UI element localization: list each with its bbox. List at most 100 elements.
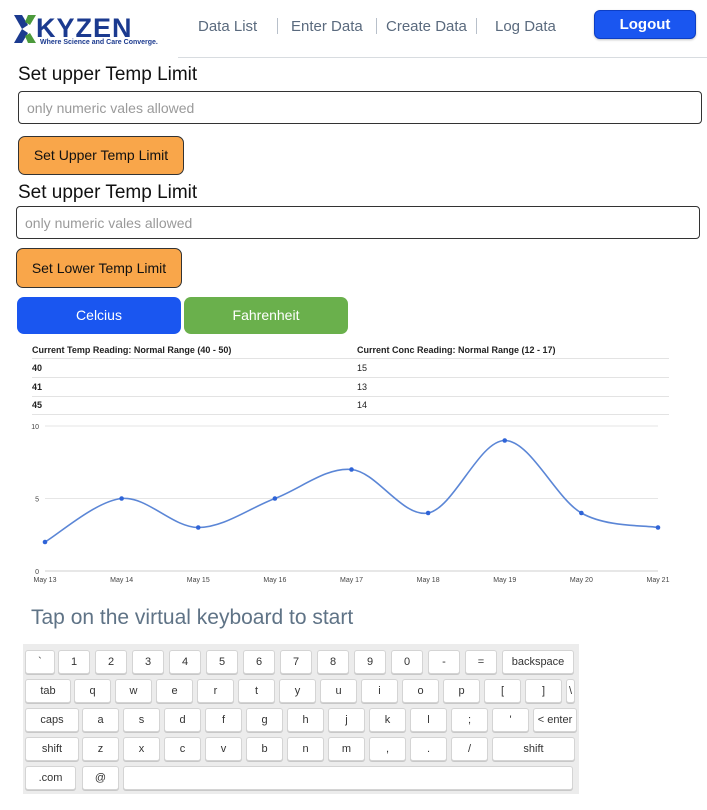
key-7[interactable]: 7 [280, 650, 312, 674]
data-point [425, 510, 431, 516]
celsius-button[interactable]: Celcius [17, 297, 181, 334]
logo-tagline: Where Science and Care Converge. [40, 39, 158, 46]
key-w[interactable]: w [115, 679, 152, 703]
nav-data-list[interactable]: Data List [198, 18, 257, 35]
set-upper-temp-limit-button[interactable]: Set Upper Temp Limit [18, 136, 184, 175]
key-0[interactable]: 0 [391, 650, 423, 674]
data-point [349, 467, 354, 472]
key-j[interactable]: j [328, 708, 365, 732]
key-n[interactable]: n [287, 737, 324, 761]
series-line [44, 439, 659, 543]
key-right-bracket[interactable]: ] [525, 679, 562, 703]
y-tick-label: 0 [35, 569, 39, 576]
table-divider [32, 396, 669, 397]
key-backtick[interactable]: ` [25, 650, 55, 674]
nav-separator [277, 18, 278, 34]
key-z[interactable]: z [82, 737, 119, 761]
x-tick-label: May 17 [340, 577, 363, 584]
key-p[interactable]: p [443, 679, 480, 703]
x-tick-label: May 20 [570, 577, 593, 584]
table-divider [32, 377, 669, 378]
key-3[interactable]: 3 [132, 650, 164, 674]
key-u[interactable]: u [320, 679, 357, 703]
key-1[interactable]: 1 [58, 650, 90, 674]
key-backspace[interactable]: backspace [502, 650, 574, 674]
lower-limit-input[interactable] [16, 206, 700, 239]
key-e[interactable]: e [156, 679, 193, 703]
key-v[interactable]: v [205, 737, 242, 761]
key-g[interactable]: g [246, 708, 283, 732]
temp-reading-header: Current Temp Reading: Normal Range (40 -… [32, 345, 232, 355]
table-divider [32, 414, 669, 415]
key-6[interactable]: 6 [243, 650, 275, 674]
key-k[interactable]: k [369, 708, 406, 732]
y-tick-label: 5 [35, 497, 39, 504]
key-a[interactable]: a [82, 708, 119, 732]
key-x[interactable]: x [123, 737, 160, 761]
key-t[interactable]: t [238, 679, 275, 703]
key-5[interactable]: 5 [206, 650, 238, 674]
key-enter[interactable]: < enter [533, 708, 577, 732]
key-2[interactable]: 2 [95, 650, 127, 674]
key-9[interactable]: 9 [354, 650, 386, 674]
key-period[interactable]: . [410, 737, 447, 761]
key-y[interactable]: y [279, 679, 316, 703]
key-shift[interactable]: shift [25, 737, 79, 761]
temp-reading-cell: 41 [32, 382, 43, 392]
key-c[interactable]: c [164, 737, 201, 761]
set-lower-temp-limit-button[interactable]: Set Lower Temp Limit [16, 248, 182, 288]
conc-reading-header: Current Conc Reading: Normal Range (12 -… [357, 345, 556, 355]
nav-log-data[interactable]: Log Data [495, 18, 556, 35]
key-d[interactable]: d [164, 708, 201, 732]
key-semicolon[interactable]: ; [451, 708, 488, 732]
table-divider [32, 358, 669, 359]
kyzen-logo[interactable]: KYZEN Where Science and Care Converge. [12, 12, 162, 48]
key-r[interactable]: r [197, 679, 234, 703]
key-m[interactable]: m [328, 737, 365, 761]
virtual-keyboard: ` 1 2 3 4 5 6 7 8 9 0- = backspace tab q w e r t y u i o p[] \ ca… [23, 644, 579, 794]
key-f[interactable]: f [205, 708, 242, 732]
key-dotcom[interactable]: .com [25, 766, 76, 790]
x-tick-label: May 16 [263, 577, 286, 584]
upper-limit-input[interactable] [18, 91, 702, 124]
key-s[interactable]: s [123, 708, 160, 732]
fahrenheit-button[interactable]: Fahrenheit [184, 297, 348, 334]
key-at[interactable]: @ [82, 766, 119, 790]
data-point [272, 496, 278, 501]
key-8[interactable]: 8 [317, 650, 349, 674]
key-comma[interactable]: , [369, 737, 406, 761]
key-equals[interactable]: = [465, 650, 497, 674]
key-left-bracket[interactable]: [ [484, 679, 521, 703]
header-divider [178, 57, 707, 58]
data-point [195, 525, 201, 530]
key-caps[interactable]: caps [25, 708, 79, 732]
key-tab[interactable]: tab [25, 679, 71, 703]
key-minus[interactable]: - [428, 650, 460, 674]
data-point [119, 496, 124, 501]
key-4[interactable]: 4 [169, 650, 201, 674]
conc-reading-cell: 13 [357, 382, 368, 392]
x-tick-label: May 13 [34, 577, 57, 584]
nav-separator [476, 18, 477, 34]
nav-enter-data[interactable]: Enter Data [291, 18, 363, 35]
data-point [42, 539, 48, 545]
lower-limit-label: Set upper Temp Limit [18, 182, 198, 203]
nav-separator [376, 18, 377, 34]
key-o[interactable]: o [402, 679, 439, 703]
key-space[interactable] [123, 766, 573, 790]
key-backslash[interactable]: \ [566, 679, 575, 703]
key-b[interactable]: b [246, 737, 283, 761]
x-tick-label: May 14 [110, 577, 133, 584]
key-h[interactable]: h [287, 708, 324, 732]
upper-limit-label: Set upper Temp Limit [18, 64, 198, 85]
conc-reading-cell: 15 [357, 363, 368, 373]
nav-create-data[interactable]: Create Data [386, 18, 467, 35]
conc-reading-cell: 14 [357, 400, 368, 410]
key-slash[interactable]: / [451, 737, 488, 761]
key-q[interactable]: q [74, 679, 111, 703]
key-quote[interactable]: ' [492, 708, 529, 732]
key-l[interactable]: l [410, 708, 447, 732]
key-shift[interactable]: shift [492, 737, 575, 761]
key-i[interactable]: i [361, 679, 398, 703]
logout-button[interactable]: Logout [594, 10, 696, 39]
